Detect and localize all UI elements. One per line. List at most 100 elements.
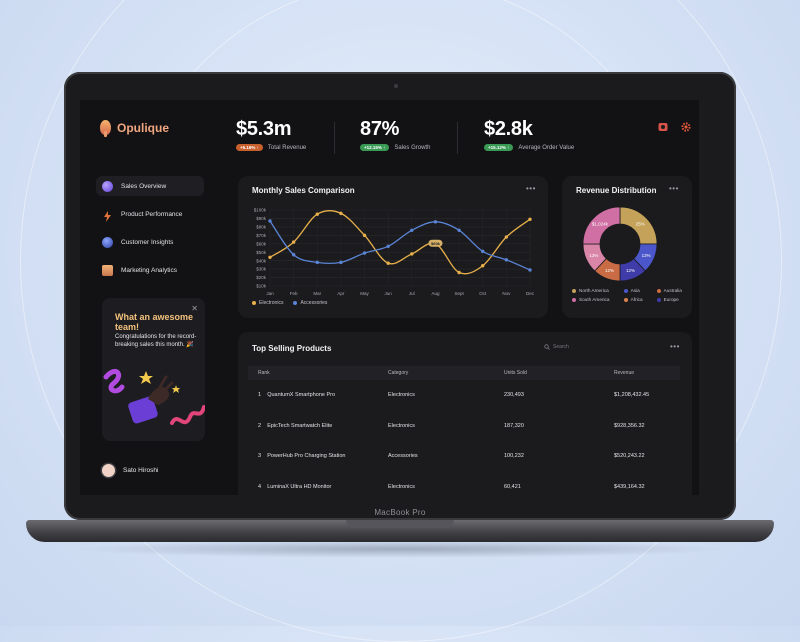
divider — [334, 122, 335, 154]
kpi-value: 87% — [360, 118, 400, 140]
data-point — [291, 240, 296, 244]
x-tick-label: Dec — [526, 291, 535, 296]
data-point — [481, 264, 485, 268]
y-tick-label: $90k — [256, 216, 267, 221]
monthly-sales-card: Monthly Sales Comparison ••• $100k $90k $8… — [238, 176, 548, 318]
legend-label: Electronics — [259, 300, 284, 306]
revenue: $1,208,432.45 — [614, 392, 650, 399]
product-rank-name: 4 LuminaX Ultra HD Monitor — [248, 472, 378, 496]
column-header-category[interactable]: Category — [378, 366, 494, 380]
more-options-icon[interactable]: ••• — [526, 184, 536, 193]
data-point — [504, 235, 509, 239]
product-name: EpicTech Smartwatch Elite — [267, 422, 333, 429]
table-row[interactable]: 2 EpicTech Smartwatch Elite Electronics … — [248, 411, 680, 442]
rank: 3 — [258, 453, 262, 460]
kpi-value: $5.3m — [236, 118, 292, 140]
avatar — [102, 464, 115, 477]
data-point — [433, 220, 438, 224]
user-name: Sato Hiroshi — [123, 467, 159, 474]
data-point — [528, 217, 532, 221]
search-field[interactable]: Search — [544, 344, 569, 350]
kpi-badge: +15.12% ↑ — [484, 144, 514, 151]
card-title: Monthly Sales Comparison — [252, 186, 355, 195]
globe-icon — [102, 180, 113, 192]
kpi-label: Total Revenue — [267, 144, 307, 151]
legend-swatch — [656, 297, 661, 302]
camera — [394, 84, 398, 88]
y-tick-label: $20k — [256, 275, 267, 280]
dashboard-screen: Opulique $5.3m +5.16% ↑ Total Revenue 87… — [80, 100, 699, 495]
kpi-average-order-value: $2.8k +15.12% ↑ Average Order Value — [484, 118, 574, 151]
revenue: $439,164.32 — [614, 483, 645, 490]
sidebar-item-label: Product Performance — [121, 210, 183, 218]
legend-label: Asia — [630, 288, 640, 293]
kpi-badge: +5.16% ↑ — [236, 144, 263, 151]
y-tick-label: $40k — [256, 258, 267, 263]
x-tick-label: Jul — [409, 291, 415, 296]
x-tick-label: Jun — [385, 291, 393, 296]
column-header-units-sold[interactable]: Units Sold — [494, 366, 604, 380]
revenue-distribution-card: Revenue Distribution ••• 25% 13% 12% 12% 13%… — [562, 176, 692, 318]
table-row[interactable]: 4 LuminaX Ultra HD Monitor Electronics 6… — [248, 472, 680, 496]
slice-label: 12% — [626, 268, 635, 273]
data-point — [268, 255, 272, 259]
x-tick-label: Feb — [290, 291, 298, 296]
table-row[interactable]: 1 QuantumX Smartphone Pro Electronics 23… — [248, 380, 680, 411]
device-label: MacBook Pro — [374, 508, 426, 517]
notification-icon[interactable] — [658, 122, 668, 132]
rank: 4 — [258, 483, 262, 490]
units-sold: 100,232 — [504, 453, 524, 460]
data-point — [339, 211, 343, 216]
units-sold: 230,493 — [504, 392, 524, 399]
product-name: QuantumX Smartphone Pro — [267, 392, 336, 399]
table-row[interactable]: 3 PowerHub Pro Charging Station Accessor… — [248, 441, 680, 472]
legend-item: Asia — [623, 288, 651, 293]
slice-label: 12% — [605, 268, 614, 273]
sidebar-item-sales-overview[interactable]: Sales Overview — [96, 176, 204, 196]
data-point — [291, 253, 296, 257]
sidebar-item-customer-insights[interactable]: Customer Insights — [96, 232, 204, 252]
units-sold: 187,320 — [504, 422, 524, 429]
congratulations-card: ✕ What an awesome team! Congratulations … — [102, 298, 205, 441]
app-logo[interactable]: Opulique — [100, 120, 169, 137]
sidebar-item-product-performance[interactable]: Product Performance — [96, 204, 204, 224]
data-point — [268, 219, 272, 223]
kpi-total-revenue: $5.3m +5.16% ↑ Total Revenue — [236, 118, 306, 151]
x-tick-label: Apr — [337, 291, 345, 296]
settings-icon[interactable] — [681, 122, 691, 132]
column-header-rank[interactable]: Rank — [248, 366, 378, 380]
sidebar-item-marketing-analytics[interactable]: Marketing Analytics — [96, 260, 204, 280]
legend-swatch — [623, 297, 628, 302]
data-point — [386, 244, 390, 249]
x-tick-label: May — [360, 291, 369, 296]
legend-item: Electronics — [252, 300, 283, 306]
promo-text: Congratulations for the record-breaking … — [115, 334, 197, 348]
sidebar-item-label: Customer Insights — [121, 238, 174, 246]
search-input[interactable]: Search — [553, 344, 569, 350]
legend-label: South America — [579, 297, 610, 302]
legend-item: South America — [572, 297, 618, 302]
y-tick-label: $80k — [256, 224, 267, 229]
legend-label: Africa — [630, 297, 643, 302]
rank: 1 — [258, 392, 262, 399]
promo-title: What an awesome team! — [115, 312, 194, 332]
tooltip-label: $60k — [431, 241, 441, 246]
kpi-badge: +12.15% ↑ — [360, 144, 390, 151]
legend-item: Accessories — [293, 300, 327, 306]
column-header-revenue[interactable]: Revenue — [604, 366, 680, 380]
more-options-icon[interactable]: ••• — [669, 184, 679, 193]
legend-swatch — [656, 288, 661, 293]
y-tick-label: $30k — [256, 267, 267, 272]
user-profile[interactable]: Sato Hiroshi — [102, 464, 158, 477]
revenue-donut-chart: 25% 13% 12% 12% 13% $1,024k — [582, 206, 658, 282]
folder-icon — [102, 264, 113, 276]
product-category: Electronics — [388, 392, 415, 399]
y-tick-label: $10k — [256, 284, 267, 289]
celebration-illustration — [103, 369, 205, 425]
more-options-icon[interactable]: ••• — [670, 342, 680, 351]
slice-label: 13% — [589, 253, 598, 258]
x-tick-label: Mar — [313, 291, 321, 296]
legend-label: Australia — [663, 288, 682, 293]
legend-item: Australia — [656, 288, 690, 293]
data-point — [315, 260, 319, 265]
